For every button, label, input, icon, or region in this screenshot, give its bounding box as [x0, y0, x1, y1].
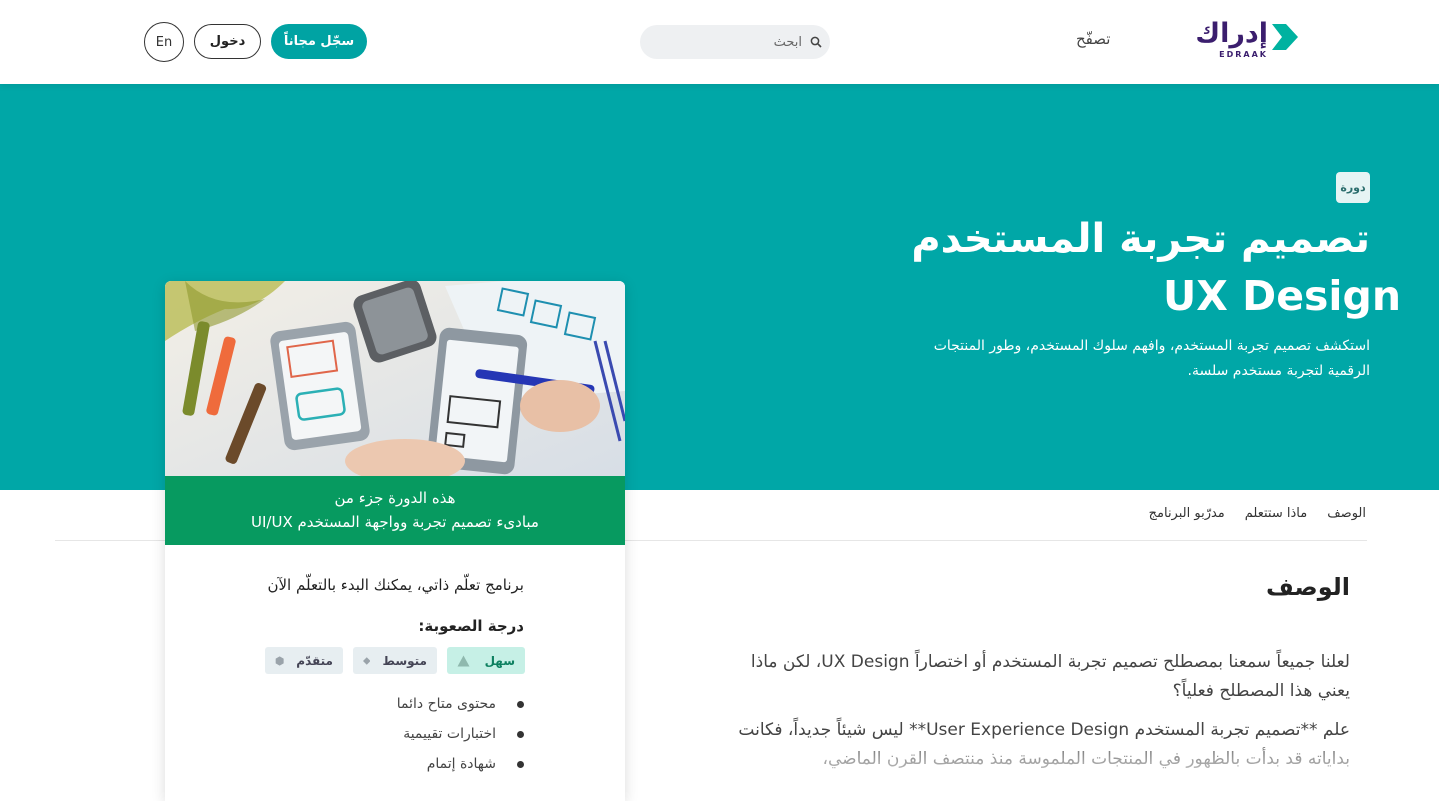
course-features-list: محتوى متاح دائما اختبارات تقييمية شهادة … — [397, 693, 525, 783]
course-title: تصميم تجربة المستخدم — [911, 216, 1370, 262]
logo-mark-icon — [1272, 24, 1298, 50]
level-intermediate: متوسط — [353, 647, 437, 674]
course-cover-image — [165, 281, 625, 476]
tab-what-you-learn[interactable]: ماذا ستتعلم — [1245, 506, 1307, 521]
program-banner-name: مبادىء تصميم تجربة وواجهة المستخدم UI/UX — [251, 513, 539, 531]
language-toggle-button[interactable]: En — [144, 22, 184, 62]
section-tabs: الوصف ماذا ستتعلم مدرّبو البرنامج — [1149, 506, 1366, 521]
browse-link[interactable]: تصفّح — [1076, 30, 1110, 48]
level-advanced-label: متقدّم — [296, 653, 333, 668]
login-button[interactable]: دخول — [194, 24, 261, 59]
logo-text: إدراك — [1195, 18, 1268, 49]
triangle-icon — [457, 655, 470, 666]
register-button[interactable]: سجّل مجاناً — [271, 24, 367, 59]
list-item: شهادة إتمام — [397, 753, 525, 783]
description-paragraph: لعلنا جميعاً سمعنا بمصطلح تصميم تجربة ال… — [750, 652, 1350, 701]
course-type-badge: دورة — [1336, 172, 1370, 203]
level-easy-label: سهل — [484, 653, 515, 668]
description-heading: الوصف — [1265, 573, 1350, 601]
level-advanced: متقدّم — [265, 647, 343, 674]
course-card: هذه الدورة جزء من مبادىء تصميم تجربة ووا… — [165, 281, 625, 801]
diamond-icon — [363, 656, 371, 665]
self-paced-note: برنامج تعلّم ذاتي، يمكنك البدء بالتعلّم … — [267, 576, 524, 594]
read-more-fade — [740, 742, 1360, 777]
tab-description[interactable]: الوصف — [1327, 506, 1366, 521]
tab-instructors[interactable]: مدرّبو البرنامج — [1149, 506, 1225, 521]
search-icon[interactable] — [810, 36, 822, 48]
difficulty-levels: سهل متوسط متقدّم — [265, 647, 525, 674]
course-title-english: UX Design — [1163, 272, 1402, 320]
hexagon-icon — [275, 655, 284, 666]
edraak-logo[interactable]: إدراك EDRAAK — [1182, 18, 1298, 62]
search-box — [640, 25, 830, 59]
program-banner[interactable]: هذه الدورة جزء من مبادىء تصميم تجربة ووا… — [165, 476, 625, 545]
difficulty-heading: درجة الصعوبة: — [418, 617, 524, 635]
logo-subtext: EDRAAK — [1219, 50, 1268, 59]
list-item: محتوى متاح دائما — [397, 693, 525, 723]
level-easy: سهل — [447, 647, 525, 674]
program-banner-intro: هذه الدورة جزء من — [334, 489, 456, 507]
search-input[interactable] — [650, 25, 802, 59]
level-intermediate-label: متوسط — [382, 653, 427, 668]
course-summary: استكشف تصميم تجربة المستخدم، وافهم سلوك … — [933, 338, 1370, 379]
top-navbar: إدراك EDRAAK تصفّح سجّل مجاناً دخول En — [0, 0, 1439, 84]
list-item: اختبارات تقييمية — [397, 723, 525, 753]
